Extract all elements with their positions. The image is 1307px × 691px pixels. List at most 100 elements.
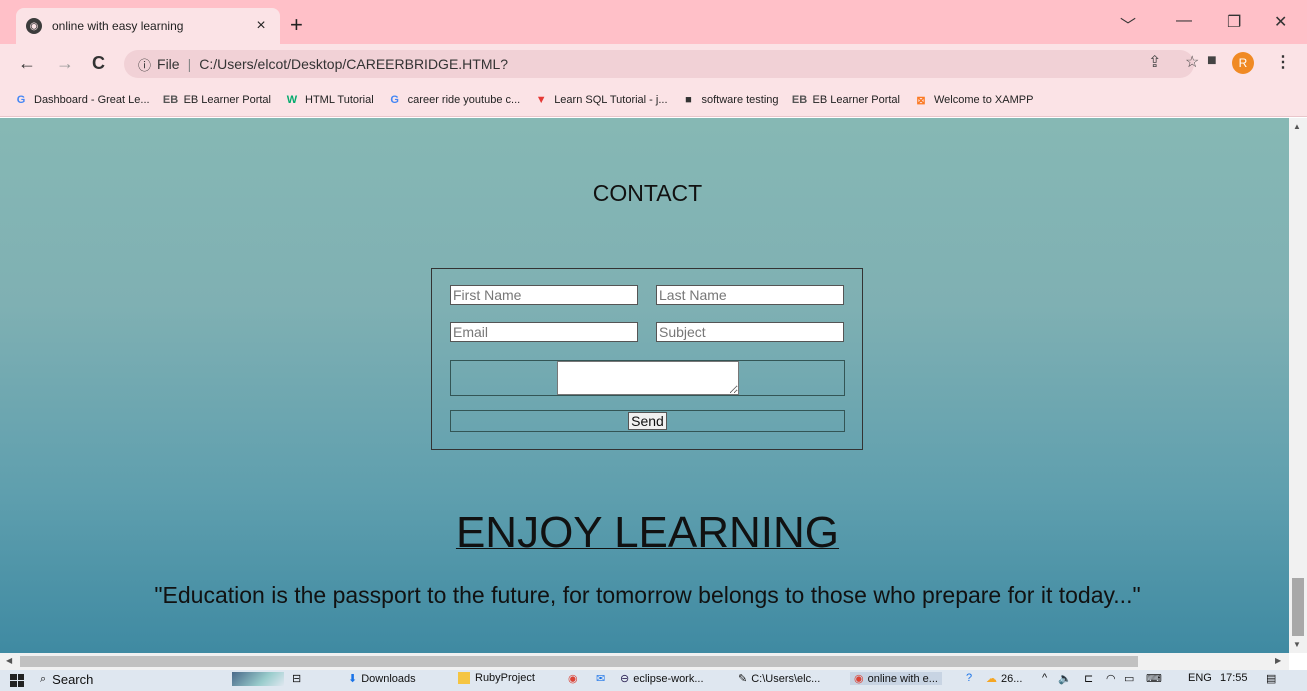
- tab-title: online with easy learning: [52, 19, 184, 33]
- taskbar-label-notepad: C:\Users\elc...: [751, 672, 821, 685]
- scroll-right-icon[interactable]: ▶: [1275, 656, 1281, 665]
- bookmark-label: EB Learner Portal: [812, 94, 900, 106]
- bookmark-favicon-icon: EB: [162, 94, 179, 106]
- taskbar-label-browser: online with e...: [867, 672, 938, 685]
- windows-taskbar: ⌕ Search ⊟ ⬇ Downloads RubyProject ◉ ✉ ⊖…: [0, 670, 1307, 691]
- address-scheme: File: [157, 56, 180, 72]
- taskbar-rubyproject[interactable]: RubyProject: [458, 672, 535, 684]
- language-indicator[interactable]: ENG: [1188, 672, 1212, 684]
- bookmark-label: Dashboard - Great Le...: [34, 94, 150, 106]
- send-button[interactable]: Send: [628, 412, 667, 430]
- new-tab-button[interactable]: +: [290, 14, 303, 36]
- taskbar-notepad[interactable]: ✎ C:\Users\elc...: [738, 672, 821, 686]
- scroll-left-icon[interactable]: ◀: [6, 656, 12, 665]
- bookmark-label: Welcome to XAMPP: [933, 94, 1034, 106]
- bookmark-item[interactable]: EB EB Learner Portal: [162, 93, 271, 107]
- bookmark-item[interactable]: W HTML Tutorial: [285, 93, 374, 107]
- eclipse-icon: ⊖: [620, 673, 630, 685]
- task-view-icon[interactable]: ⊟: [292, 672, 301, 685]
- bookmark-label: Learn SQL Tutorial - j...: [554, 94, 668, 106]
- bookmark-item[interactable]: ⊠ Welcome to XAMPP: [914, 93, 1033, 107]
- keyboard-icon[interactable]: ⌨: [1146, 672, 1162, 685]
- notepad-icon: ✎: [738, 673, 748, 685]
- bookmark-favicon-icon: G: [16, 94, 26, 106]
- bookmark-favicon-icon: W: [286, 94, 298, 106]
- windows-start-icon[interactable]: [10, 674, 24, 687]
- contact-form: Send: [431, 268, 863, 450]
- profile-avatar[interactable]: R: [1232, 52, 1254, 74]
- horizontal-scroll-thumb[interactable]: [20, 656, 1138, 667]
- subject-input[interactable]: [656, 322, 844, 342]
- vertical-scroll-thumb[interactable]: [1292, 578, 1304, 636]
- weather-widget[interactable]: ☁ 26...: [986, 672, 1023, 686]
- reload-icon[interactable]: C: [92, 53, 105, 73]
- scroll-up-icon[interactable]: ▲: [1293, 122, 1301, 131]
- bookmark-label: career ride youtube c...: [407, 94, 521, 106]
- bookmark-favicon-icon: ⊠: [916, 94, 926, 107]
- bookmark-item[interactable]: G Dashboard - Great Le...: [14, 93, 150, 107]
- bookmark-item[interactable]: Gcareer ride youtube c...: [388, 93, 521, 107]
- show-hidden-icons[interactable]: ^: [1042, 672, 1047, 684]
- taskbar-browser-window[interactable]: ◉ online with e...: [850, 672, 942, 685]
- email-input[interactable]: [450, 322, 638, 342]
- taskbar-eclipse[interactable]: ⊖ eclipse-work...: [620, 672, 704, 686]
- notification-icon[interactable]: ▤: [1266, 672, 1276, 685]
- info-icon[interactable]: ⓘ: [138, 55, 151, 74]
- battery-icon[interactable]: ▭: [1124, 672, 1134, 685]
- minimize-icon[interactable]: —: [1176, 12, 1192, 30]
- first-name-input[interactable]: [450, 285, 638, 305]
- scroll-down-icon[interactable]: ▼: [1293, 640, 1301, 649]
- share-icon[interactable]: ⇪: [1148, 52, 1161, 72]
- bookmark-label: software testing: [701, 94, 779, 106]
- forward-icon[interactable]: →: [56, 53, 74, 73]
- side-panel-icon[interactable]: ■: [1207, 52, 1217, 70]
- bookmark-favicon-icon: ▼: [535, 94, 547, 106]
- bookmark-item[interactable]: EB EB Learner Portal: [792, 93, 900, 107]
- enjoy-learning-text: ENJOY LEARNING: [455, 508, 840, 557]
- chrome-icon[interactable]: ◉: [568, 672, 578, 685]
- menu-icon[interactable]: ⋮: [1275, 52, 1291, 72]
- mail-icon[interactable]: ✉: [596, 672, 605, 685]
- help-icon[interactable]: ?: [966, 672, 972, 684]
- tab-close-icon[interactable]: ×: [252, 17, 270, 35]
- address-url[interactable]: C:/Users/elcot/Desktop/CAREERBRIDGE.HTML…: [199, 56, 508, 72]
- bookmark-favicon-icon: G: [390, 94, 399, 106]
- bookmark-star-icon[interactable]: ☆: [1185, 52, 1199, 72]
- browser-toolbar: ← → C ⓘ File | C:/Users/elcot/Desktop/CA…: [0, 44, 1307, 84]
- speaker-icon[interactable]: 🔈: [1058, 672, 1072, 685]
- close-window-icon[interactable]: ✕: [1274, 12, 1287, 32]
- page-viewport: CONTACT Send ENJOY LEARNING "Education i…: [0, 118, 1289, 653]
- weather-text: 26...: [1001, 672, 1023, 685]
- taskbar-label-downloads: Downloads: [361, 672, 416, 685]
- weather-cloud-icon: ☁: [986, 673, 997, 685]
- message-textarea[interactable]: [557, 361, 739, 395]
- education-quote: "Education is the passport to the future…: [154, 582, 1141, 608]
- address-bar[interactable]: ⓘ File | C:/Users/elcot/Desktop/CAREERBR…: [124, 50, 1194, 78]
- browser-tab-bar: ◉ online with easy learning × + ﹀ — ❐ ✕: [0, 0, 1307, 44]
- taskbar-downloads[interactable]: ⬇ Downloads: [348, 672, 416, 686]
- send-container: Send: [450, 410, 845, 432]
- vertical-scrollbar[interactable]: ▲ ▼: [1289, 118, 1307, 653]
- message-container: [450, 360, 845, 396]
- chrome-window-icon: ◉: [854, 673, 864, 685]
- bookmark-label: EB Learner Portal: [183, 94, 271, 106]
- clock[interactable]: 17:55: [1220, 672, 1248, 684]
- bookmarks-bar: G Dashboard - Great Le... EB EB Learner Por…: [0, 84, 1307, 117]
- enjoy-learning-heading: ENJOY LEARNING: [0, 508, 1289, 558]
- globe-icon: ◉: [26, 18, 42, 34]
- bookmark-item[interactable]: ▼ Learn SQL Tutorial - j...: [534, 93, 668, 107]
- wifi-icon[interactable]: ◠: [1106, 672, 1116, 685]
- bookmark-item[interactable]: ■ software testing: [682, 93, 779, 107]
- download-arrow-icon: ⬇: [348, 673, 358, 685]
- maximize-icon[interactable]: ❐: [1227, 12, 1241, 32]
- search-icon: ⌕: [40, 673, 47, 685]
- last-name-input[interactable]: [656, 285, 844, 305]
- bookmark-favicon-icon: ■: [685, 94, 692, 106]
- taskbar-label-rubyproject: RubyProject: [475, 672, 535, 684]
- network-icon[interactable]: ⊏: [1084, 672, 1093, 685]
- back-icon[interactable]: ←: [18, 53, 36, 73]
- taskbar-search[interactable]: ⌕ Search: [40, 672, 93, 687]
- horizontal-scrollbar[interactable]: ◀ ▶: [0, 653, 1289, 670]
- browser-tab[interactable]: ◉ online with easy learning ×: [16, 8, 280, 44]
- tab-search-icon[interactable]: ﹀: [1120, 12, 1136, 36]
